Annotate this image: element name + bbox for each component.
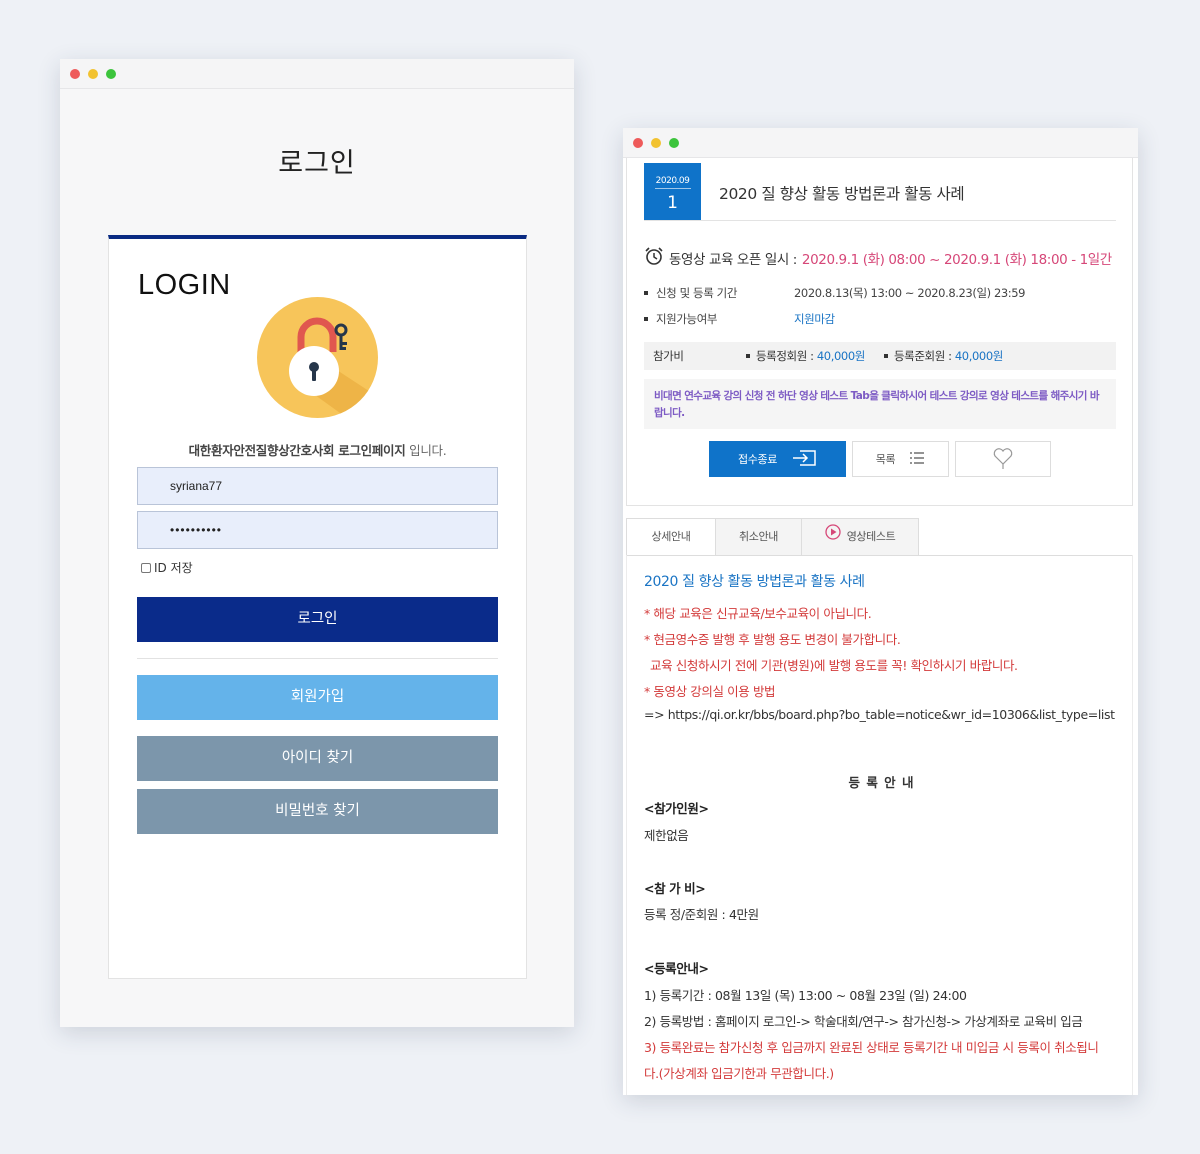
save-id-label: ID 저장 [154,561,193,575]
fee-associate: 등록준회원 : 40,000원 [884,342,1003,370]
bullet-icon [644,316,648,321]
support-value: 지원마감 [794,312,835,326]
find-password-button[interactable]: 비밀번호 찾기 [137,789,498,834]
date-day: 1 [667,193,678,213]
notice-line: * 해당 교육은 신규교육/보수교육이 아닙니다. [644,606,872,621]
window-titlebar [60,59,574,89]
period-label: 신청 및 등록 기간 [656,286,738,300]
notice-line: * 현금영수증 발행 후 발행 용도 변경이 불가합니다. [644,632,901,647]
divider [644,220,1116,221]
period-value: 2020.8.13(목) 13:00 ~ 2020.8.23(일) 23:59 [794,286,1026,300]
close-window-button[interactable] [633,138,643,148]
notice-line: * 동영상 강의실 이용 방법 [644,684,776,699]
tab-video-test[interactable]: 영상테스트 [801,518,919,556]
fee-heading: <참 가 비> [644,881,706,896]
padlock-key-icon [257,297,378,418]
login-card: LOGIN 대한환자안전질향상간호사회 로그인페이지 입니다. syriana7… [108,235,527,979]
bullet-icon [644,290,648,295]
login-heading: LOGIN [138,269,231,301]
tab-video-label: 영상테스트 [846,530,896,543]
login-description: 대한환자안전질향상간호사회 로그인페이지 입니다. [109,440,526,459]
maximize-window-button[interactable] [669,138,679,148]
save-id-option[interactable]: ID 저장 [141,559,193,576]
close-window-button[interactable] [70,69,80,79]
course-summary: 2020.09 1 2020 질 향상 활동 방법론과 활동 사례 동영상 교육… [626,158,1133,506]
fee-associate-value: 40,000원 [954,349,1003,363]
course-title: 2020 질 향상 활동 방법론과 활동 사례 [719,185,965,203]
video-test-notice: 비대면 연수교육 강의 신청 전 하단 영상 테스트 Tab을 클릭하시어 테스… [644,379,1116,429]
registration-heading: 등 록 안 내 [848,775,915,790]
minimize-window-button[interactable] [88,69,98,79]
window-titlebar [623,128,1138,158]
fee-label: 참가비 [653,349,684,363]
content-border-left [626,555,627,1095]
tab-detail[interactable]: 상세안내 [626,518,716,556]
fee-value: 등록 정/준회원 : 4만원 [644,907,759,922]
find-id-button[interactable]: 아이디 찾기 [137,736,498,781]
list-button[interactable]: 목록 [852,441,949,477]
bullet-icon [884,353,888,358]
content-title: 2020 질 향상 활동 방법론과 활동 사례 [644,574,865,590]
course-window: 2020.09 1 2020 질 향상 활동 방법론과 활동 사례 동영상 교육… [623,128,1138,1095]
participants-value: 제한없음 [644,828,689,843]
closed-button-label: 접수종료 [738,453,777,466]
site-name: 대한환자안전질향상간호사회 로그인페이지 [188,443,406,458]
maximize-window-button[interactable] [106,69,116,79]
list-icon [909,451,925,467]
open-schedule: 동영상 교육 오픈 일시 : 2020.9.1 (화) 08:00 ~ 2020… [644,246,1112,270]
date-year-month: 2020.09 [654,176,691,189]
page-title: 로그인 [278,148,356,179]
enter-icon [791,449,817,470]
fee-regular-value: 40,000원 [816,349,865,363]
fee-box: 참가비 등록정회원 : 40,000원 등록준회원 : 40,000원 [644,342,1116,370]
period-row: 신청 및 등록 기간 2020.8.13(목) 13:00 ~ 2020.8.2… [644,285,1026,301]
reg-period-line: 1) 등록기간 : 08월 13일 (목) 13:00 ~ 08월 23일 (일… [644,988,967,1003]
list-button-label: 목록 [875,453,896,466]
minimize-window-button[interactable] [651,138,661,148]
login-button[interactable]: 로그인 [137,597,498,642]
participants-heading: <참가인원> [644,801,709,816]
reg-info-heading: <등록안내> [644,961,709,976]
open-value: 2020.9.1 (화) 08:00 ~ 2020.9.1 (화) 18:00 … [801,252,1112,268]
tab-cancel[interactable]: 취소안내 [715,518,802,556]
open-label: 동영상 교육 오픈 일시 : [669,252,797,268]
save-id-checkbox[interactable] [141,562,151,573]
fee-associate-label: 등록준회원 : [894,349,955,363]
fee-regular-label: 등록정회원 : [756,349,817,363]
reg-complete-line-cont: 다.(가상계좌 입금기한과 무관합니다.) [644,1066,834,1081]
tab-underline [626,555,1133,556]
password-input[interactable]: •••••••••• [137,511,498,549]
content-border-right [1132,555,1133,1095]
divider [137,658,498,659]
login-window: 로그인 LOGIN 대한환자안전질향상간호사회 로그인페이지 입니다. syri… [60,59,574,1027]
reg-complete-line: 3) 등록완료는 참가신청 후 입금까지 완료된 상태로 등록기간 내 미입금 … [644,1040,1099,1055]
play-icon [825,518,841,556]
registration-closed-button[interactable]: 접수종료 [709,441,846,477]
like-button[interactable] [955,441,1051,477]
detail-tabs: 상세안내 취소안내 영상테스트 [626,518,1133,556]
tab-detail-label: 상세안내 [651,530,691,543]
user-id-input[interactable]: syriana77 [137,467,498,505]
heart-icon [992,446,1014,473]
notice-line: 교육 신청하시기 전에 기관(병원)에 발행 용도를 꼭! 확인하시기 바랍니다… [650,658,1018,673]
bullet-icon [746,353,750,358]
join-button[interactable]: 회원가입 [137,675,498,720]
fee-regular: 등록정회원 : 40,000원 [746,342,865,370]
support-row: 지원가능여부 지원마감 [644,311,835,327]
video-room-link[interactable]: => https://qi.or.kr/bbs/board.php?bo_tab… [644,707,1115,722]
date-badge: 2020.09 1 [644,163,701,220]
tab-cancel-label: 취소안내 [739,530,778,543]
description-suffix: 입니다. [405,443,447,458]
support-label: 지원가능여부 [656,312,718,326]
alarm-clock-icon [644,246,664,270]
reg-method-line: 2) 등록방법 : 홈페이지 로그인-> 학술대회/연구-> 참가신청-> 가상… [644,1014,1083,1029]
